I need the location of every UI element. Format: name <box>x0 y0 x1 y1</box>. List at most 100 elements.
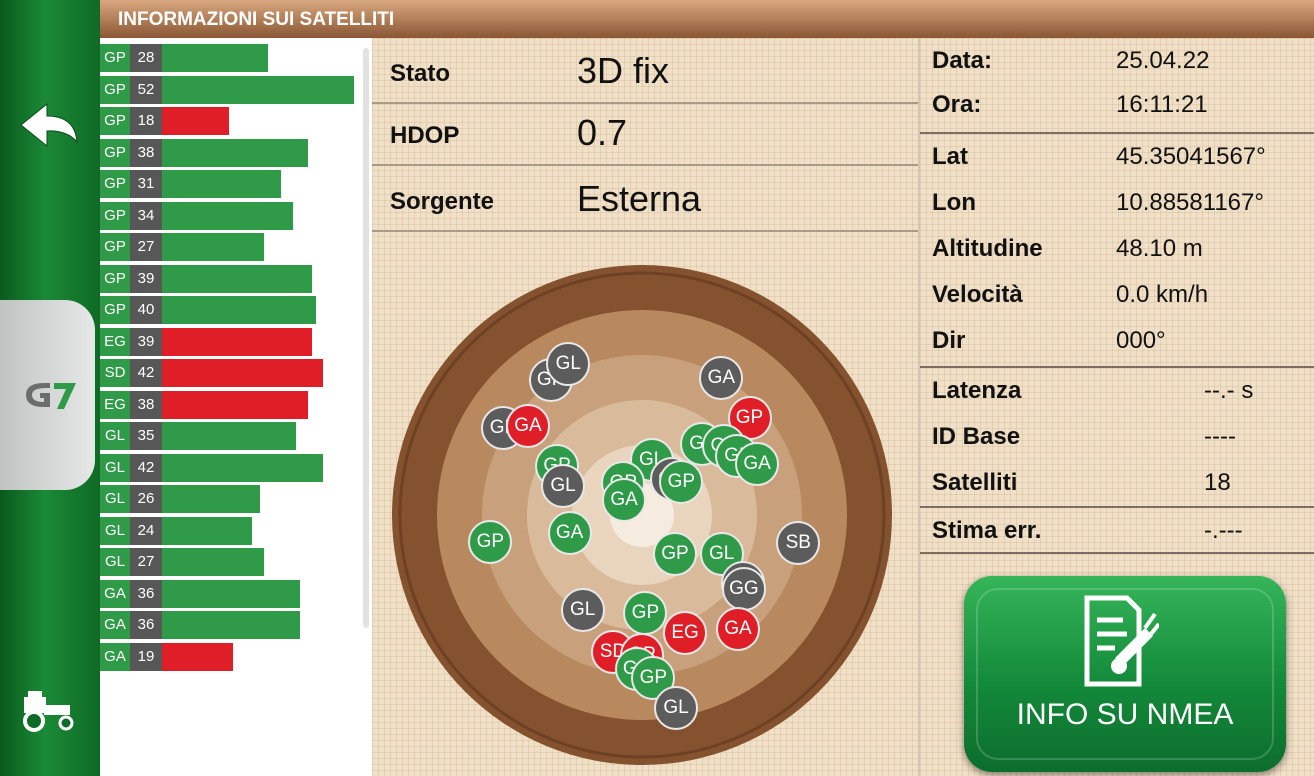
data-label: Data: <box>932 47 993 74</box>
constellation-label: GP <box>100 233 130 261</box>
signal-bar <box>162 170 282 198</box>
scrollbar[interactable] <box>363 48 369 628</box>
sorgente-value: Esterna <box>577 178 702 219</box>
constellation-label: GL <box>100 453 130 482</box>
constellation-label: GP <box>100 201 130 230</box>
satellite-row: GP 39 <box>100 264 356 293</box>
satellite-row: EG 38 <box>100 390 356 419</box>
hdop-value: 0.7 <box>577 112 628 153</box>
dir-value: 000° <box>1116 327 1166 354</box>
satellite-row: GL 42 <box>100 453 356 482</box>
snr-value: 39 <box>130 327 162 356</box>
lat-row: Lat 45.35041567° <box>920 134 1314 180</box>
snr-value: 42 <box>130 359 162 387</box>
satellite-row: GA 36 <box>100 611 356 639</box>
sky-satellite-ga: GA <box>547 511 592 556</box>
dir-row: Dir 000° <box>920 318 1314 364</box>
constellation-label: GL <box>100 516 130 545</box>
satellite-row: GL 26 <box>100 485 356 513</box>
stima-err-label: Stima err. <box>932 517 1042 544</box>
id-base-label: ID Base <box>932 423 1021 450</box>
sky-satellite-gl: GL <box>541 464 586 509</box>
constellation-label: GP <box>100 75 130 104</box>
signal-bar <box>162 579 301 608</box>
satellite-row: GL 35 <box>100 422 356 450</box>
sorgente-label: Sorgente <box>390 188 495 215</box>
snr-value: 27 <box>130 548 162 576</box>
signal-bar <box>162 548 264 576</box>
lon-row: Lon 10.88581167° <box>920 180 1314 226</box>
satellite-row: GP 28 <box>100 44 356 72</box>
signal-bar <box>162 201 293 230</box>
satellite-row: GP 34 <box>100 201 356 230</box>
hdop-row: HDOP 0.7 <box>372 102 918 166</box>
constellation-label: GP <box>100 138 130 167</box>
sky-satellite-gl: GL <box>560 587 605 632</box>
satellite-row: GA 36 <box>100 579 356 608</box>
snr-value: 19 <box>130 642 162 671</box>
signal-bar <box>162 327 312 356</box>
satellite-row: GA 19 <box>100 642 356 671</box>
signal-bar <box>162 296 316 324</box>
constellation-label: GP <box>100 296 130 324</box>
sky-satellite-ga: GA <box>602 478 647 522</box>
snr-value: 27 <box>130 233 162 261</box>
satellite-row: GL 27 <box>100 548 356 576</box>
constellation-label: GA <box>100 611 130 639</box>
signal-bar <box>162 422 297 450</box>
satellite-row: GL 24 <box>100 516 356 545</box>
signal-bar <box>162 264 312 293</box>
snr-value: 24 <box>130 516 162 545</box>
satelliti-label: Satelliti <box>932 469 1018 496</box>
data-value: 25.04.22 <box>1116 47 1210 74</box>
tractor-icon[interactable] <box>14 680 84 740</box>
info-nmea-label: INFO SU NMEA <box>1016 698 1234 731</box>
ora-row: Ora: 16:11:21 <box>920 82 1314 128</box>
signal-bar <box>162 359 324 387</box>
stima-err-value: -.--- <box>1204 517 1243 544</box>
satelliti-value: 18 <box>1204 469 1231 496</box>
velocita-label: Velocità <box>932 281 1023 308</box>
signal-bar <box>162 390 308 419</box>
satellite-row: GP 40 <box>100 296 356 324</box>
signal-bar <box>162 453 324 482</box>
constellation-label: GA <box>100 579 130 608</box>
constellation-label: GP <box>100 170 130 198</box>
info-nmea-button[interactable]: INFO SU NMEA <box>964 576 1286 772</box>
dir-label: Dir <box>932 327 966 354</box>
signal-bar <box>162 611 301 639</box>
signal-bar <box>162 44 268 72</box>
snr-value: 40 <box>130 296 162 324</box>
hdop-label: HDOP <box>390 122 460 149</box>
altitudine-value: 48.10 m <box>1116 235 1203 262</box>
divider <box>920 552 1314 554</box>
constellation-label: GL <box>100 548 130 576</box>
constellation-label: GP <box>100 107 130 135</box>
ora-value: 16:11:21 <box>1116 91 1208 118</box>
satellite-row: GP 18 <box>100 107 356 135</box>
sky-satellite-gp: GP <box>468 519 513 564</box>
lat-label: Lat <box>932 143 968 170</box>
snr-value: 31 <box>130 170 162 198</box>
g7-logo-icon <box>20 370 80 420</box>
signal-bar <box>162 642 234 671</box>
back-arrow-icon[interactable] <box>14 95 84 155</box>
signal-bar <box>162 75 354 104</box>
sky-satellite-gl: GL <box>654 686 699 731</box>
velocita-value: 0.0 km/h <box>1116 281 1209 308</box>
snr-value: 26 <box>130 485 162 513</box>
nmea-document-icon <box>1079 592 1161 692</box>
constellation-label: GP <box>100 44 130 72</box>
snr-value: 36 <box>130 611 162 639</box>
signal-bar <box>162 485 260 513</box>
sky-satellite-sb: SB <box>776 520 821 565</box>
constellation-label: GP <box>100 264 130 293</box>
constellation-label: GL <box>100 485 130 513</box>
snr-value: 38 <box>130 138 162 167</box>
data-row: Data: 25.04.22 <box>920 38 1314 84</box>
satellite-signal-list[interactable]: GP 28 GP 52 GP 18 GP 38 GP 31 GP 34 GP 27 GP 39 GP 40 EG 39… <box>100 44 356 776</box>
snr-value: 28 <box>130 44 162 72</box>
snr-value: 36 <box>130 579 162 608</box>
satelliti-row: Satelliti 18 <box>920 460 1314 506</box>
sky-satellite-ga: GA <box>735 441 780 486</box>
